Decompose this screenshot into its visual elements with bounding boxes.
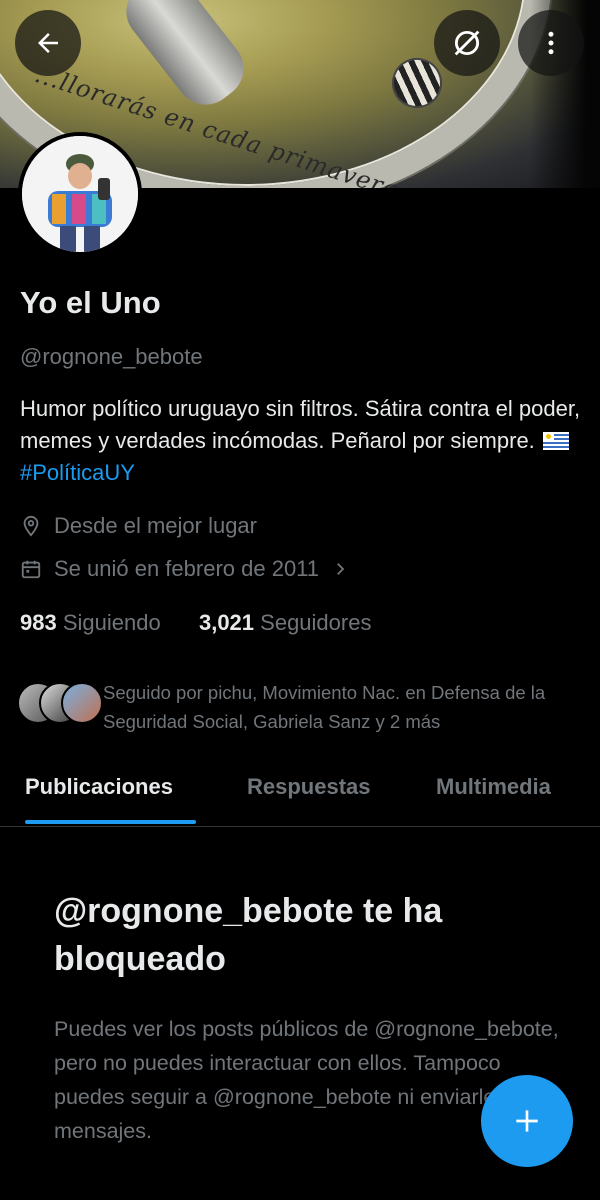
avatar-figure-icon (22, 136, 138, 252)
more-vertical-icon (548, 31, 554, 55)
followed-by[interactable]: Seguido por pichu, Movimiento Nac. en De… (17, 678, 583, 736)
following-link[interactable]: 983 Siguiendo (20, 610, 167, 635)
profile-tabs: Publicaciones Respuestas Multimedia (0, 760, 600, 827)
grok-icon (454, 30, 480, 56)
follow-stats: 983 Siguiendo 3,021 Seguidores (20, 610, 371, 636)
back-button[interactable] (15, 10, 81, 76)
location-text: Desde el mejor lugar (54, 513, 257, 538)
joined-text: Se unió en febrero de 2011 (54, 556, 320, 581)
blocked-title: @rognone_bebote te ha bloqueado (54, 892, 443, 978)
plus-icon (516, 1110, 538, 1132)
followed-by-text: Seguido por pichu, Movimiento Nac. en De… (103, 682, 546, 732)
followed-by-avatars (17, 678, 103, 724)
followers-label: Seguidores (260, 610, 372, 635)
following-count: 983 (20, 610, 57, 635)
followers-count: 3,021 (198, 610, 255, 635)
grok-button[interactable] (434, 10, 500, 76)
profile-handle: @rognone_bebote (20, 344, 203, 369)
profile-bio: Humor político uruguayo sin filtros. Sát… (20, 393, 590, 489)
bio-hashtag-link[interactable]: #PolíticaUY (20, 460, 135, 485)
tab-respuestas[interactable]: Respuestas (247, 774, 371, 800)
location-pin-icon (20, 514, 44, 538)
more-options-button[interactable] (518, 10, 584, 76)
active-tab-indicator (25, 820, 196, 824)
arrow-left-icon (38, 33, 58, 53)
follower-avatar (61, 682, 103, 724)
tab-publicaciones[interactable]: Publicaciones (25, 774, 173, 800)
uruguay-flag-icon (542, 432, 569, 450)
calendar-icon (20, 557, 44, 581)
followers-link[interactable]: 3,021 Seguidores (199, 610, 372, 635)
profile-joined-date[interactable]: Se unió en febrero de 2011 (20, 556, 349, 582)
bio-text: Humor político uruguayo sin filtros. Sát… (20, 396, 581, 453)
following-label: Siguiendo (62, 610, 161, 635)
profile-location: Desde el mejor lugar (20, 513, 257, 539)
chevron-right-icon (331, 560, 349, 578)
compose-post-button[interactable] (481, 1075, 573, 1167)
tab-multimedia[interactable]: Multimedia (436, 774, 551, 800)
profile-avatar[interactable] (18, 132, 142, 256)
display-name: Yo el Uno (20, 285, 161, 320)
